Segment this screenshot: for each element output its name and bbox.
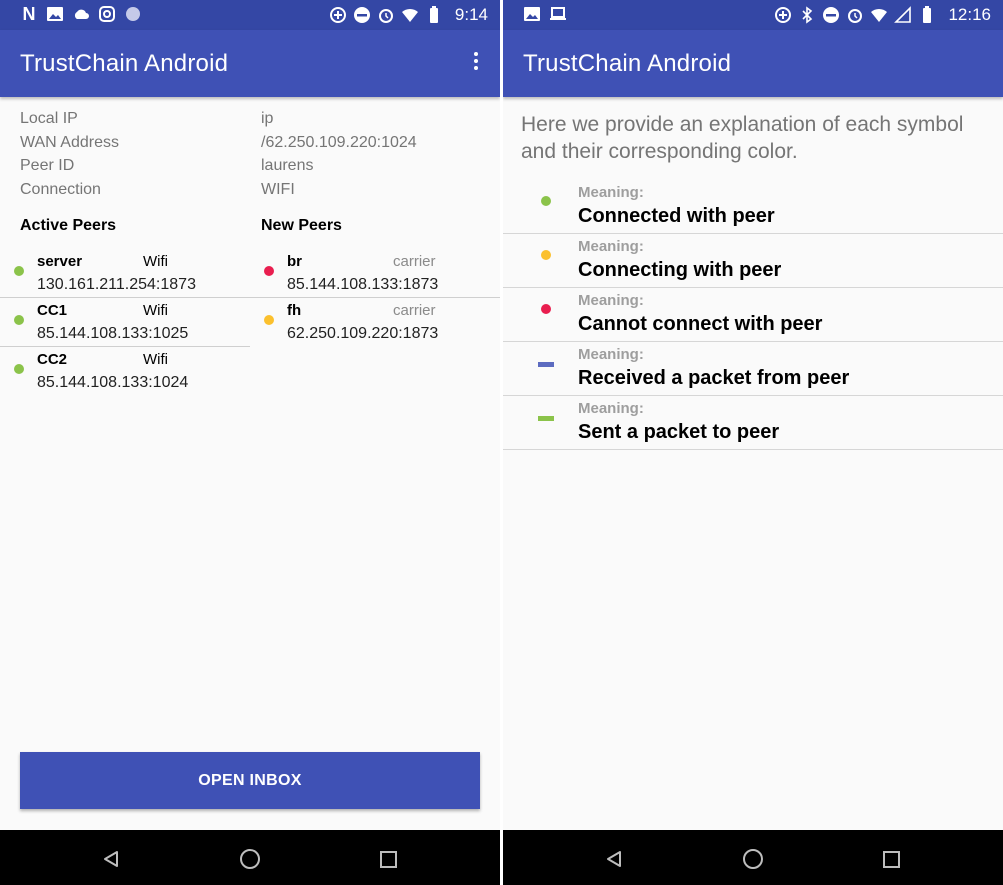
app-title: TrustChain Android [20, 50, 229, 77]
divider [503, 449, 1003, 450]
peer-connection-type: Wifi [143, 253, 168, 270]
netflix-icon: N [22, 4, 36, 24]
wan-address-value: /62.250.109.220:1024 [261, 134, 417, 151]
active-peer-item[interactable]: server Wifi 130.161.211.254:1873 [0, 248, 250, 297]
active-peers-heading: Active Peers [20, 217, 117, 234]
status-bar: N 9:14 [0, 0, 500, 30]
open-inbox-button[interactable]: OPEN INBOX [20, 752, 480, 809]
meaning-label: Meaning: [578, 238, 644, 255]
peer-connection-type: Wifi [143, 351, 168, 368]
signal-icon [894, 6, 912, 24]
circle-app-icon [124, 5, 142, 23]
connection-value: WIFI [261, 181, 295, 198]
peer-address: 85.144.108.133:1025 [37, 325, 189, 342]
meaning-text: Cannot connect with peer [578, 313, 823, 335]
meaning-text: Connected with peer [578, 205, 775, 227]
peer-name: server [37, 253, 83, 270]
wifi-icon [401, 6, 419, 24]
active-peer-item[interactable]: CC2 Wifi 85.144.108.133:1024 [0, 346, 250, 395]
wifi-icon [870, 6, 888, 24]
status-dot-green [14, 364, 24, 374]
navigation-bar [503, 830, 1003, 885]
meaning-text: Connecting with peer [578, 259, 782, 281]
home-icon[interactable] [240, 849, 260, 869]
app-title: TrustChain Android [523, 50, 732, 77]
peer-connection-type: carrier [393, 253, 436, 270]
status-dot-green [14, 266, 24, 276]
peer-name: br [287, 253, 302, 270]
legend-row-connected: Meaning: Connected with peer [503, 180, 1003, 234]
new-peers-heading: New Peers [261, 217, 342, 234]
peer-address: 85.144.108.133:1024 [37, 374, 189, 391]
local-ip-label: Local IP [20, 110, 78, 127]
legend-row-received: Meaning: Received a packet from peer [503, 342, 1003, 396]
connection-label: Connection [20, 181, 101, 198]
legend-screen: 12:16 TrustChain Android Here we provide… [503, 0, 1003, 885]
do-not-disturb-icon [353, 6, 371, 24]
meaning-label: Meaning: [578, 346, 644, 363]
status-dot-green [14, 315, 24, 325]
status-bar: 12:16 [503, 0, 1003, 30]
meaning-label: Meaning: [578, 184, 644, 201]
active-peer-item[interactable]: CC1 Wifi 85.144.108.133:1025 [0, 297, 250, 346]
app-bar: TrustChain Android [503, 30, 1003, 97]
battery-icon [918, 6, 936, 24]
peer-name: CC2 [37, 351, 68, 368]
peer-name: fh [287, 302, 302, 319]
peer-overview-screen: N 9:14 TrustChain Android Local IP ip WA… [0, 0, 500, 885]
back-icon[interactable] [605, 850, 623, 873]
app-bar: TrustChain Android [0, 30, 500, 97]
peer-address: 85.144.108.133:1873 [287, 276, 439, 293]
legend-row-connecting: Meaning: Connecting with peer [503, 234, 1003, 288]
meaning-text: Sent a packet to peer [578, 421, 780, 443]
battery-icon [425, 6, 443, 24]
legend-row-cannot-connect: Meaning: Cannot connect with peer [503, 288, 1003, 342]
peer-connection-type: carrier [393, 302, 436, 319]
status-dot-amber [264, 315, 274, 325]
amber-dot-symbol [541, 250, 551, 260]
peer-id-label: Peer ID [20, 157, 75, 174]
peer-address: 62.250.109.220:1873 [287, 325, 439, 342]
meaning-label: Meaning: [578, 292, 644, 309]
bluetooth-icon [798, 6, 816, 24]
green-dot-symbol [541, 196, 551, 206]
do-not-disturb-icon [822, 6, 840, 24]
data-saver-icon [774, 6, 792, 24]
peer-name: CC1 [37, 302, 68, 319]
peer-id-value: laurens [261, 157, 314, 174]
green-bar-symbol [538, 416, 554, 421]
meaning-label: Meaning: [578, 400, 644, 417]
status-dot-red [264, 266, 274, 276]
peer-connection-type: Wifi [143, 302, 168, 319]
laptop-icon [549, 5, 567, 23]
cloud-icon [72, 5, 90, 23]
recents-icon[interactable] [883, 851, 900, 868]
red-dot-symbol [541, 304, 551, 314]
alarm-icon [377, 6, 395, 24]
blue-bar-symbol [538, 362, 554, 367]
clock: 12:16 [948, 5, 991, 24]
instagram-icon [98, 5, 116, 23]
clock: 9:14 [454, 5, 488, 24]
back-icon[interactable] [102, 850, 120, 873]
image-icon [523, 5, 541, 23]
home-icon[interactable] [743, 849, 763, 869]
image-icon [46, 5, 64, 23]
navigation-bar [0, 830, 500, 885]
more-options-icon[interactable] [470, 52, 482, 76]
peer-address: 130.161.211.254:1873 [37, 276, 196, 293]
local-ip-value: ip [261, 110, 274, 127]
legend-row-sent: Meaning: Sent a packet to peer [503, 396, 1003, 450]
new-peer-item[interactable]: br carrier 85.144.108.133:1873 [250, 248, 500, 297]
alarm-icon [846, 6, 864, 24]
wan-address-label: WAN Address [20, 134, 119, 151]
new-peer-item[interactable]: fh carrier 62.250.109.220:1873 [250, 297, 500, 346]
recents-icon[interactable] [380, 851, 397, 868]
legend-intro-text: Here we provide an explanation of each s… [521, 113, 964, 163]
meaning-text: Received a packet from peer [578, 367, 850, 389]
data-saver-icon [329, 6, 347, 24]
